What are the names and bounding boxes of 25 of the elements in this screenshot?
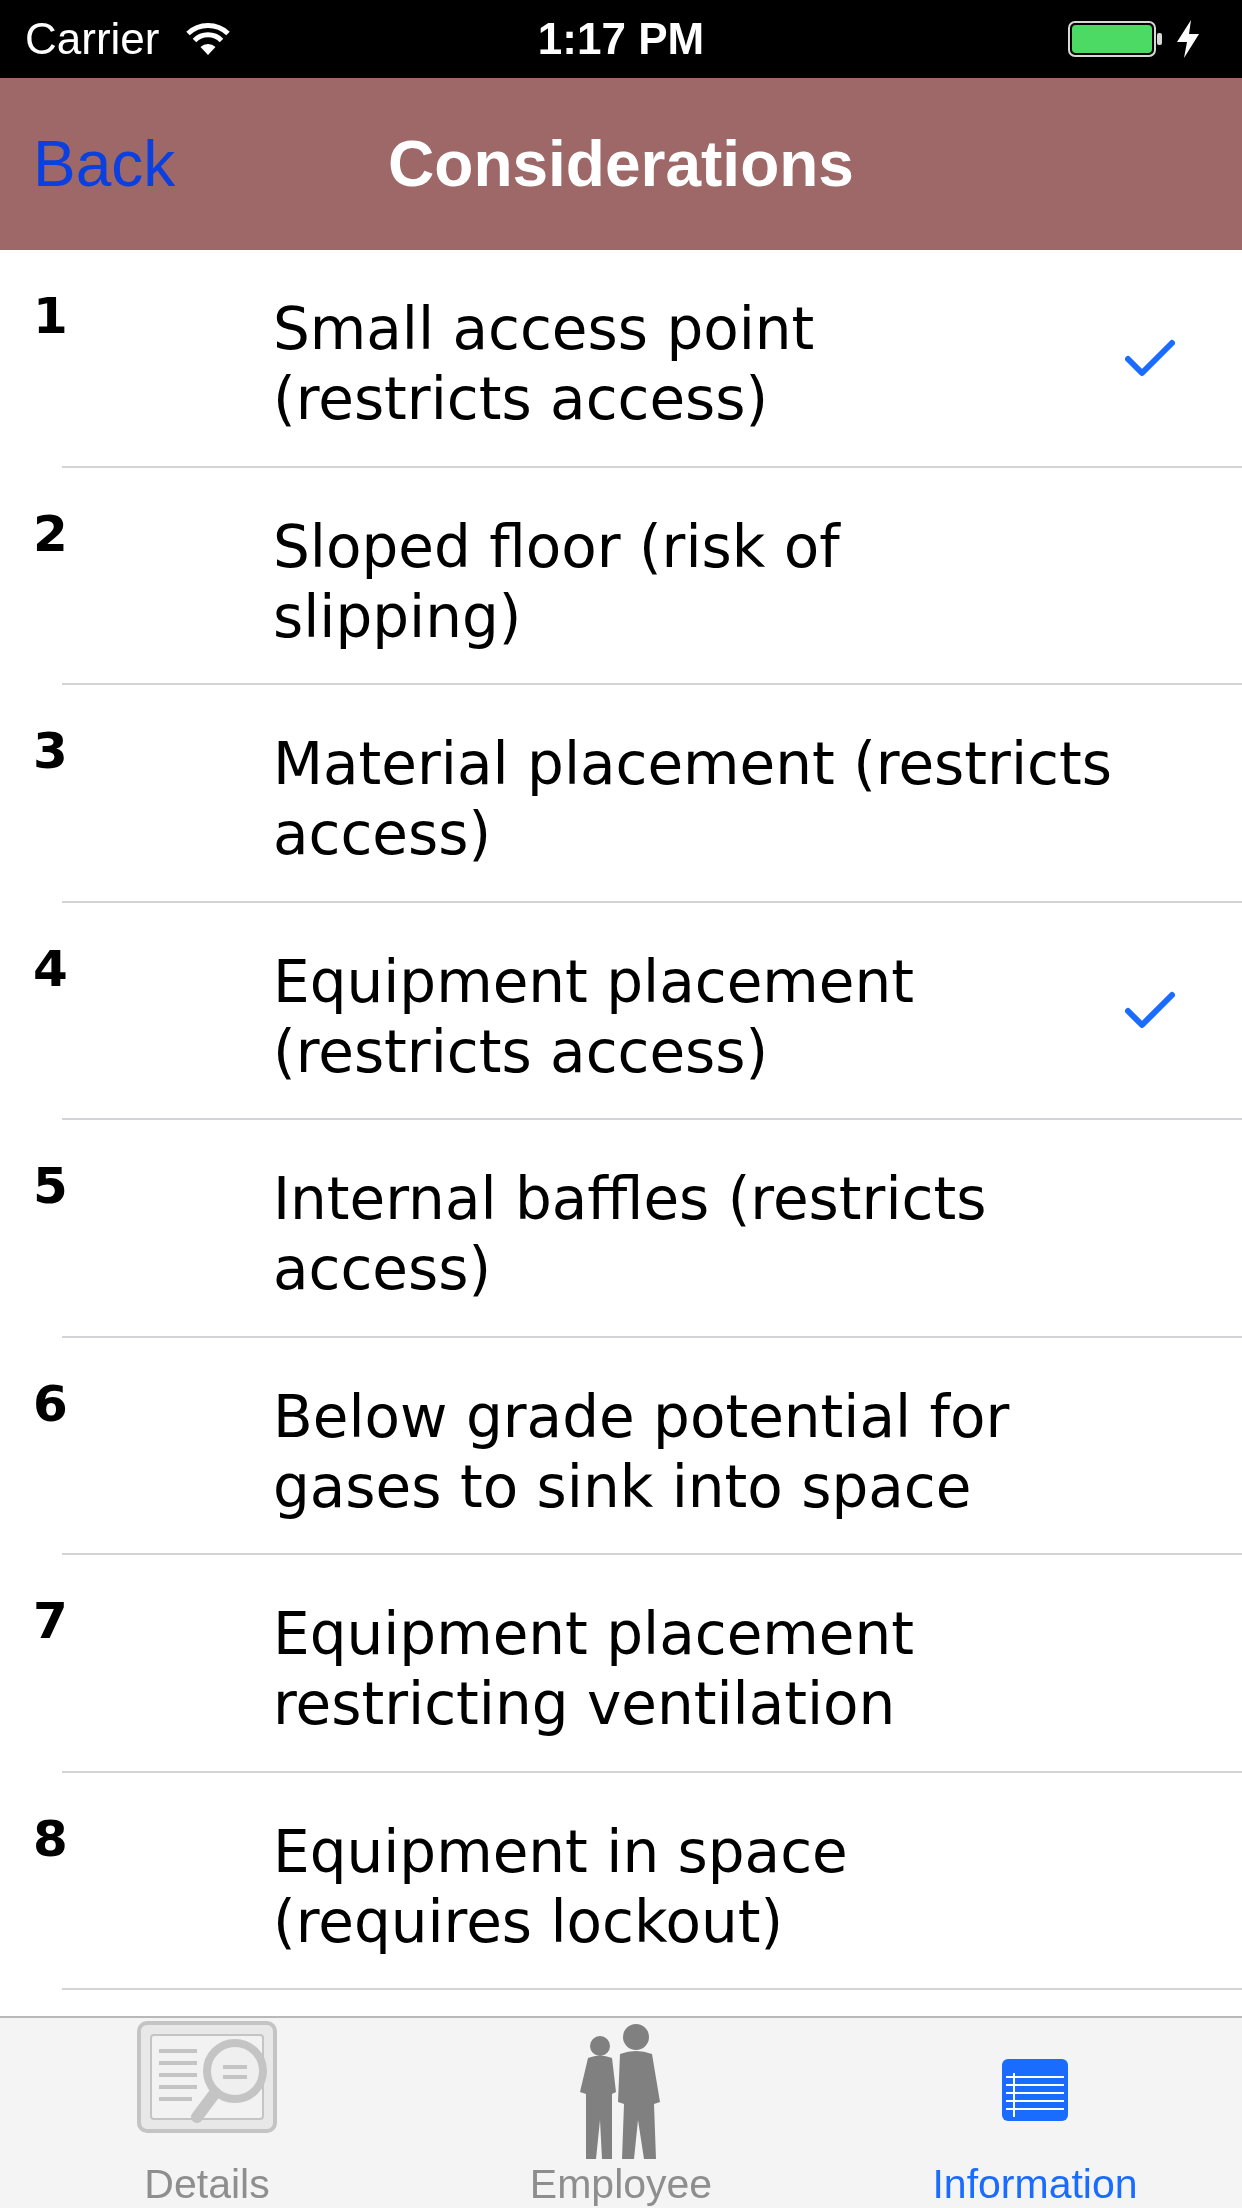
row-number: 3 [33,721,69,780]
consideration-text[interactable]: Internal baffles (restricts access) [273,1120,987,1304]
tab-button[interactable]: Information [828,2018,1242,2208]
row-number: 1 [33,286,69,345]
status-time: 1:17 PM [537,13,705,65]
consideration-text[interactable]: Small access point (restricts access) [273,250,815,434]
row-number: 6 [33,1373,69,1433]
document-magnifier-icon [137,2021,277,2133]
row-number: 4 [33,938,69,998]
battery-icon [1068,21,1163,57]
carrier-text: Carrier [25,13,160,65]
wifi-icon [185,22,232,56]
consideration-text[interactable]: Equipment placement restricting ventilation [273,1555,914,1739]
nav-title: Considerations [388,128,854,200]
charging-bolt-icon [1177,20,1199,58]
row-number: 2 [33,503,69,563]
row-number: 5 [33,1156,69,1215]
consideration-text[interactable]: Equipment placement (restricts access) [273,902,914,1087]
consideration-text[interactable]: Material placement (restricts access) [273,685,1112,869]
consideration-text[interactable]: Below grade potential for gases to sink into space [273,1337,1010,1522]
consideration-text[interactable]: Equipment in space (requires lockout) [273,1772,848,1957]
row-number: 7 [33,1591,69,1650]
list-icon [1002,2059,1068,2121]
consideration-text[interactable]: Sloped floor (risk of slipping) [273,467,840,652]
row-number: 8 [33,1808,69,1868]
